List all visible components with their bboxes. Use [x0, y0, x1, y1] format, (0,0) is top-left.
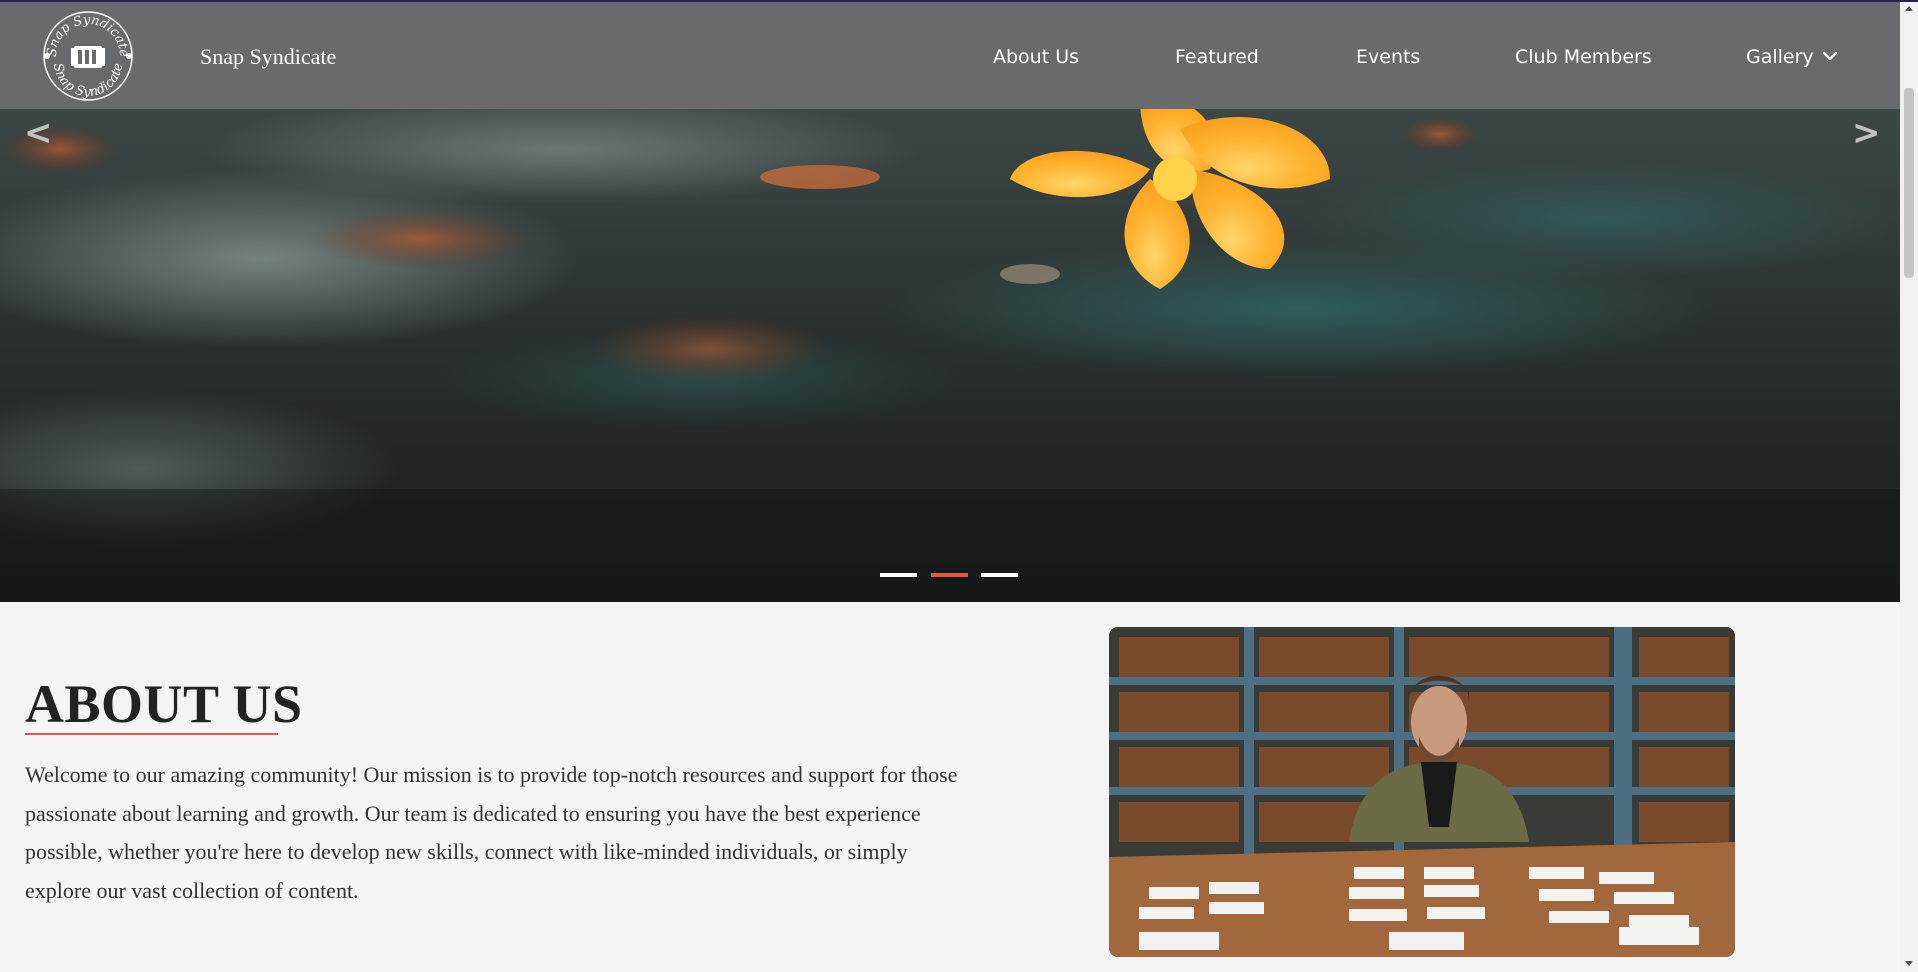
nav-featured[interactable]: Featured: [1175, 46, 1259, 68]
nav-club-members[interactable]: Club Members: [1515, 46, 1652, 68]
scroll-up-icon[interactable]: [1900, 0, 1918, 18]
chevron-down-icon: [1822, 45, 1838, 67]
nav-about-us[interactable]: About Us: [993, 46, 1079, 68]
carousel-indicator-2-active[interactable]: [931, 573, 968, 577]
hero-carousel: < >: [0, 109, 1900, 602]
about-heading: ABOUT US: [25, 674, 303, 734]
about-heading-underline: [25, 733, 278, 735]
nav-events[interactable]: Events: [1356, 46, 1420, 68]
about-image: [1109, 627, 1735, 957]
carousel-indicator-3[interactable]: [981, 573, 1018, 577]
nav-gallery[interactable]: Gallery: [1746, 46, 1838, 68]
about-paragraph: Welcome to our amazing community! Our mi…: [25, 762, 958, 903]
scrollbar-thumb[interactable]: [1904, 88, 1914, 278]
main-nav: About Us Featured Events Club Members Ga…: [0, 46, 1900, 72]
carousel-indicator-1[interactable]: [880, 573, 917, 577]
scroll-down-icon[interactable]: [1900, 954, 1918, 972]
navbar: Snap Syndicate Snap Syndicate Snap Syndi…: [0, 2, 1900, 109]
carousel-next-button[interactable]: >: [1852, 113, 1881, 153]
carousel-prev-button[interactable]: <: [24, 113, 53, 153]
page-scrollbar[interactable]: [1900, 0, 1918, 972]
top-accent-line: [0, 0, 1918, 2]
nav-gallery-label: Gallery: [1746, 46, 1814, 68]
hero-slide-image: [0, 109, 1900, 602]
